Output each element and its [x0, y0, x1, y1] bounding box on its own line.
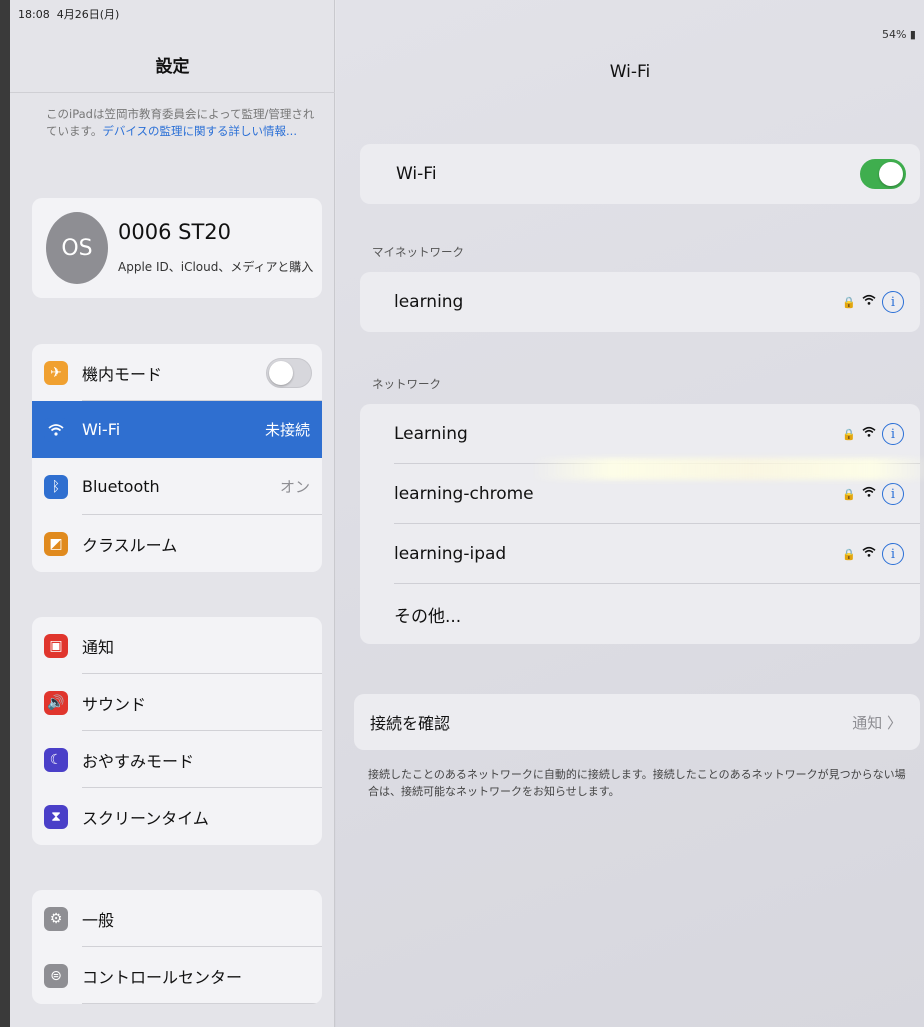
sidebar-item-screen-time[interactable]: ⧗ スクリーンタイム	[32, 788, 322, 845]
sidebar-divider	[10, 92, 335, 93]
wifi-signal-icon	[862, 546, 876, 562]
network-name: Learning	[394, 424, 468, 444]
sidebar-item-label: 一般	[82, 910, 115, 930]
sidebar-item-label: 通知	[82, 637, 115, 657]
sidebar-item-airplane-mode[interactable]: ✈ 機内モード	[32, 344, 322, 401]
network-row-learning-ipad[interactable]: learning-ipad 🔒 i	[360, 524, 920, 584]
toggle-knob	[879, 162, 903, 186]
info-icon[interactable]: i	[882, 483, 904, 505]
sidebar-item-label: スクリーンタイム	[82, 808, 209, 828]
hourglass-icon: ⧗	[44, 804, 68, 829]
lock-icon: 🔒	[842, 547, 856, 561]
sidebar-item-wifi[interactable]: Wi-Fi 未接続	[32, 401, 322, 458]
apple-id-profile[interactable]: OS 0006 ST20 Apple ID、iCloud、メディアと購入	[32, 198, 322, 298]
network-row-learning-chrome[interactable]: learning-chrome 🔒 i	[360, 464, 920, 524]
sidebar-item-label: 機内モード	[82, 364, 163, 384]
network-row-learning-caps[interactable]: Learning 🔒 i	[360, 404, 920, 464]
wifi-toggle-row[interactable]: Wi-Fi	[360, 144, 920, 204]
wifi-signal-icon	[862, 486, 876, 502]
sidebar-item-classroom[interactable]: ◩ クラスルーム	[32, 515, 322, 572]
network-name: learning-chrome	[394, 484, 534, 504]
other-network-label: その他...	[394, 606, 462, 627]
sidebar-item-label: コントロールセンター	[82, 967, 243, 987]
wifi-icon	[44, 417, 68, 442]
ask-to-join-footnote: 接続したことのあるネットワークに自動的に接続します。接続したことのあるネットワー…	[368, 768, 906, 798]
bluetooth-icon: ᛒ	[44, 474, 68, 499]
wifi-status-value: 未接続	[264, 421, 310, 439]
my-networks-header: マイネットワーク	[372, 245, 464, 259]
battery-indicator: 54% ▮	[881, 28, 916, 41]
avatar: OS	[46, 212, 108, 284]
lock-icon: 🔒	[842, 427, 856, 441]
ipad-screen: 18:08 4月26日(月) 設定 このiPadは笠岡市教育委員会によって監理/…	[10, 0, 924, 1027]
my-networks-card: learning 🔒 i	[360, 272, 920, 332]
lock-icon: 🔒	[842, 295, 856, 309]
network-icons: 🔒 i	[842, 483, 904, 505]
toggle-knob	[269, 360, 293, 385]
sidebar-item-label: クラスルーム	[82, 535, 178, 555]
connectivity-group: ✈ 機内モード Wi-Fi 未接続 ᛒ Bluetooth オン ◩ クラスルー…	[32, 344, 322, 572]
info-icon[interactable]: i	[882, 543, 904, 565]
network-icons: 🔒 i	[842, 543, 904, 565]
sidebar-item-label: サウンド	[82, 694, 147, 714]
network-row-learning[interactable]: learning 🔒 i	[360, 272, 920, 332]
sidebar-item-label: おやすみモード	[82, 751, 195, 771]
profile-subtitle: Apple ID、iCloud、メディアと購入	[118, 260, 314, 274]
lock-icon: 🔒	[842, 487, 856, 501]
status-date: 4月26日(月)	[56, 8, 120, 21]
info-icon[interactable]: i	[882, 423, 904, 445]
supervision-link[interactable]: デバイスの監理に関する詳しい情報...	[102, 124, 297, 138]
moon-icon: ☾	[44, 747, 68, 772]
ask-to-join-row[interactable]: 接続を確認 通知 〉	[354, 694, 920, 750]
profile-name: 0006 ST20	[118, 220, 231, 244]
wifi-toggle[interactable]	[860, 159, 906, 189]
sidebar-item-notifications[interactable]: ▣ 通知	[32, 617, 322, 674]
network-name: learning	[394, 292, 464, 312]
networks-header: ネットワーク	[372, 377, 441, 391]
airplane-mode-toggle[interactable]	[266, 357, 312, 388]
wifi-toggle-label: Wi-Fi	[396, 164, 437, 184]
supervision-notice: このiPadは笠岡市教育委員会によって監理/管理されています。デバイスの監理に関…	[46, 106, 321, 140]
network-icons: 🔒 i	[842, 423, 904, 445]
sidebar-title: 設定	[155, 57, 190, 77]
sidebar-item-do-not-disturb[interactable]: ☾ おやすみモード	[32, 731, 322, 788]
row-separator	[82, 1003, 322, 1004]
classroom-icon: ◩	[44, 531, 68, 556]
wifi-detail-panel: 54% ▮ Wi-Fi Wi-Fi マイネットワーク learning 🔒 i	[336, 0, 924, 1027]
bluetooth-status-value: オン	[279, 478, 310, 496]
info-icon[interactable]: i	[882, 291, 904, 313]
ask-to-join-value: 通知 〉	[852, 713, 902, 732]
sidebar-item-label: Bluetooth	[82, 477, 160, 496]
notifications-group: ▣ 通知 🔊 サウンド ☾ おやすみモード ⧗ スクリーンタイム	[32, 617, 322, 845]
wifi-signal-icon	[862, 294, 876, 310]
sidebar-item-control-center[interactable]: ⊜ コントロールセンター	[32, 947, 322, 1004]
network-name: learning-ipad	[394, 544, 507, 564]
control-center-icon: ⊜	[44, 963, 68, 988]
ask-to-join-label: 接続を確認	[370, 714, 451, 733]
settings-sidebar: 18:08 4月26日(月) 設定 このiPadは笠岡市教育委員会によって監理/…	[10, 0, 335, 1027]
sidebar-item-label: Wi-Fi	[82, 420, 121, 439]
network-row-other[interactable]: その他...	[360, 584, 920, 644]
networks-card: Learning 🔒 i learning-chrome 🔒 i learnin…	[360, 404, 920, 644]
airplane-icon: ✈	[44, 360, 68, 385]
sidebar-item-bluetooth[interactable]: ᛒ Bluetooth オン	[32, 458, 322, 515]
notifications-icon: ▣	[44, 633, 68, 658]
wifi-toggle-card: Wi-Fi	[360, 144, 920, 204]
page-title: Wi-Fi	[609, 62, 651, 82]
general-group: ⚙ 一般 ⊜ コントロールセンター	[32, 890, 322, 1004]
status-time-text: 18:08	[18, 8, 50, 21]
battery-percent: 54%	[881, 28, 907, 41]
wifi-signal-icon	[862, 426, 876, 442]
sidebar-item-general[interactable]: ⚙ 一般	[32, 890, 322, 947]
sound-icon: 🔊	[44, 690, 68, 715]
sidebar-item-sound[interactable]: 🔊 サウンド	[32, 674, 322, 731]
network-icons: 🔒 i	[842, 291, 904, 313]
status-time: 18:08 4月26日(月)	[18, 6, 119, 22]
gear-icon: ⚙	[44, 906, 68, 931]
